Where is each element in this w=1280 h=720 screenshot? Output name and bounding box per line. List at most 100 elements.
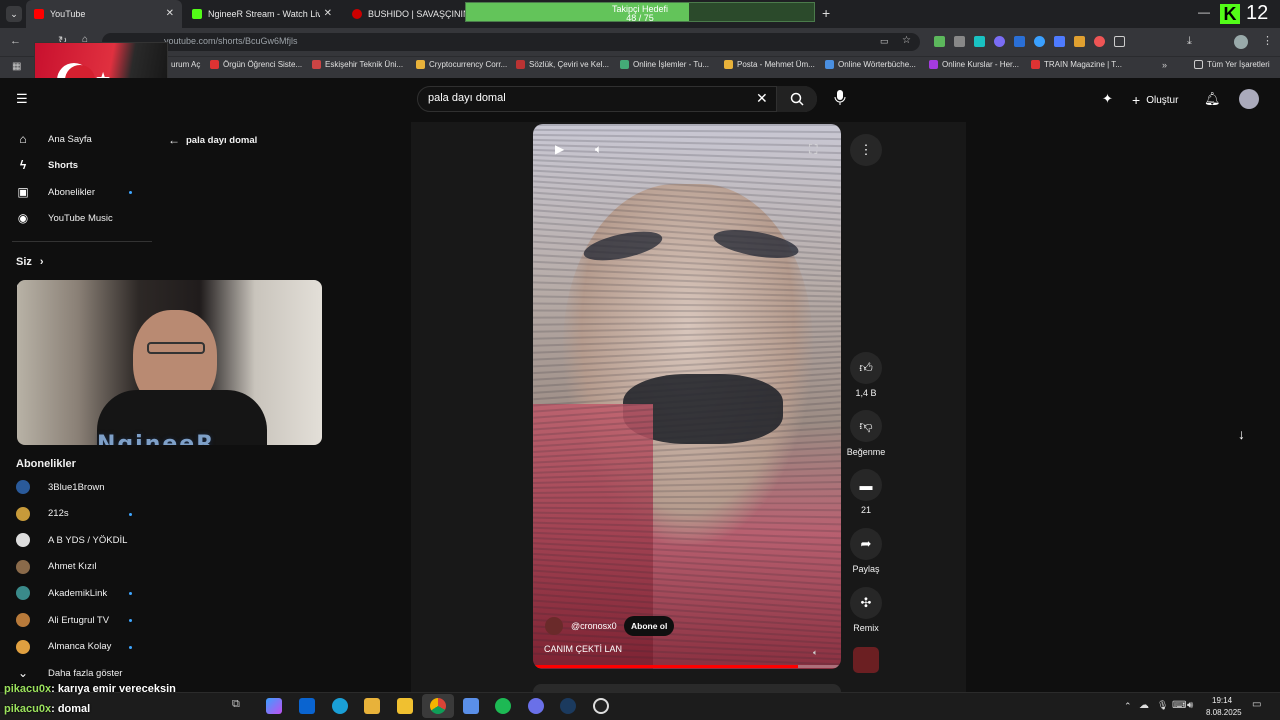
- discord-icon[interactable]: [528, 698, 544, 714]
- clock-date[interactable]: 8.08.2025: [1206, 708, 1242, 717]
- clear-search-icon[interactable]: ✕: [756, 90, 768, 107]
- download-icon[interactable]: ⤓: [1187, 35, 1192, 48]
- subscription-item[interactable]: A B YDS / YÖKDİL: [16, 530, 156, 550]
- extension-icon[interactable]: [1054, 36, 1065, 47]
- subscription-item[interactable]: 212s: [16, 504, 156, 524]
- extension-icon[interactable]: [994, 36, 1005, 47]
- task-view-icon[interactable]: ⧉: [232, 698, 248, 714]
- spotify-icon[interactable]: [495, 698, 511, 714]
- share-button[interactable]: ➦: [850, 528, 882, 560]
- store-icon[interactable]: [397, 698, 413, 714]
- bookmark-star-icon[interactable]: ☆: [902, 35, 911, 46]
- sound-thumbnail[interactable]: [853, 647, 879, 673]
- extension-icon[interactable]: [934, 36, 945, 47]
- bookmark-item[interactable]: Eskişehir Teknik Üni...: [312, 60, 403, 69]
- tab-kick-stream[interactable]: NgineeR Stream - Watch Live o ✕: [184, 0, 340, 28]
- bookmark-item[interactable]: Örgün Öğrenci Siste...: [210, 60, 302, 69]
- tray-chevron-icon[interactable]: ⌃: [1124, 701, 1132, 712]
- all-bookmarks-folder[interactable]: Tüm Yer İşaretleri: [1194, 60, 1270, 69]
- close-tab-icon[interactable]: ✕: [324, 8, 332, 19]
- chrome-icon[interactable]: [430, 698, 446, 714]
- extension-icon[interactable]: [1074, 36, 1085, 47]
- bookmark-item[interactable]: Online İşlemler - Tu...: [620, 60, 709, 69]
- create-button[interactable]: + Oluştur: [1132, 92, 1178, 108]
- file-explorer-icon[interactable]: [364, 698, 380, 714]
- address-bar[interactable]: youtube.com/shorts/BcuGw6Mfjls: [102, 33, 920, 51]
- copilot-icon[interactable]: [266, 698, 282, 714]
- cast-icon[interactable]: ▭: [880, 36, 889, 47]
- show-more-button[interactable]: ⌄ Daha fazla göster: [16, 663, 156, 683]
- ai-sparkle-icon[interactable]: ✦: [1102, 91, 1113, 107]
- minimize-icon[interactable]: —: [1198, 5, 1210, 19]
- subscription-label: Ali Ertugrul TV: [48, 614, 110, 626]
- notifications-bell-icon[interactable]: 🔔︎: [1204, 91, 1221, 107]
- new-tab-button[interactable]: +: [822, 5, 830, 21]
- tab-youtube[interactable]: YouTube ✕: [26, 0, 182, 28]
- subscription-item[interactable]: Ahmet Kızıl: [16, 557, 156, 577]
- comments-button[interactable]: ▬: [850, 469, 882, 501]
- profile-avatar[interactable]: [1234, 35, 1248, 49]
- extension-icon[interactable]: [954, 36, 965, 47]
- bookmark-item[interactable]: Sözlük, Çeviri ve Kel...: [516, 60, 609, 69]
- sidebar-you-heading[interactable]: Siz ›: [16, 252, 156, 272]
- sidebar-item-youtube-music[interactable]: ◉ YouTube Music: [16, 208, 156, 228]
- weather-cloud-icon[interactable]: ☁: [1139, 700, 1149, 711]
- back-icon[interactable]: ←: [10, 35, 21, 47]
- network-icon[interactable]: ⌨: [1172, 700, 1186, 711]
- bookmark-item[interactable]: Online Wörterbüche...: [825, 60, 916, 69]
- hamburger-menu-icon[interactable]: ☰: [16, 91, 28, 107]
- extension-icon[interactable]: [1014, 36, 1025, 47]
- extension-icon[interactable]: [1094, 36, 1105, 47]
- bookmark-item[interactable]: Cryptocurrency Corr...: [416, 60, 507, 69]
- extension-icon[interactable]: [974, 36, 985, 47]
- account-avatar[interactable]: [1239, 89, 1259, 109]
- volume-icon[interactable]: 🔈︎: [595, 142, 602, 157]
- bookmark-item[interactable]: TRAIN Magazine | T...: [1031, 60, 1122, 69]
- back-to-results[interactable]: ← pala dayı domal: [168, 133, 257, 147]
- channel-avatar[interactable]: [545, 617, 563, 635]
- subscription-item[interactable]: Almanca Kolay: [16, 637, 156, 657]
- apps-grid-icon[interactable]: ▦: [12, 61, 21, 72]
- streamer-name-logo: NgineeR: [97, 432, 216, 445]
- clock-time[interactable]: 19:14: [1212, 696, 1232, 705]
- sidebar-item-home[interactable]: ⌂ Ana Sayfa: [16, 129, 156, 149]
- fullscreen-icon[interactable]: ⛶: [809, 142, 817, 157]
- bookmark-item[interactable]: Online Kurslar - Her...: [929, 60, 1019, 69]
- subscription-item[interactable]: AkademikLink: [16, 583, 156, 603]
- next-short-arrow-icon[interactable]: ↓: [1238, 426, 1245, 442]
- extension-icon[interactable]: [1034, 36, 1045, 47]
- subscribe-button[interactable]: Abone ol: [624, 616, 675, 636]
- search-button[interactable]: [776, 86, 817, 112]
- more-options-button[interactable]: ⋮: [850, 134, 882, 166]
- edge-icon[interactable]: [332, 698, 348, 714]
- tab-bushido[interactable]: BUSHIDO | SAVAŞÇININ YOL: [344, 0, 468, 28]
- like-button[interactable]: 👍︎: [850, 352, 882, 384]
- voice-search-icon[interactable]: [834, 90, 846, 106]
- browser-menu-icon[interactable]: ⋮: [1262, 34, 1273, 47]
- bookmark-item[interactable]: urum Aç: [171, 60, 200, 69]
- subscription-item[interactable]: Ali Ertugrul TV: [16, 610, 156, 630]
- short-video-player[interactable]: ▶ 🔈︎ ⛶ @cronosx0 Abone ol CANIM ÇEKTİ LA…: [533, 124, 841, 669]
- sidebar-item-subscriptions[interactable]: ▣ Abonelikler: [16, 182, 156, 202]
- bookmark-item[interactable]: Posta - Mehmet Üm...: [724, 60, 815, 69]
- progress-bar[interactable]: [533, 665, 841, 668]
- remix-button[interactable]: ✣: [850, 587, 882, 619]
- obs-icon[interactable]: [593, 698, 609, 714]
- extensions-puzzle-icon[interactable]: [1114, 36, 1125, 47]
- notification-center-icon[interactable]: ▭: [1252, 699, 1261, 710]
- outlook-icon[interactable]: [299, 698, 315, 714]
- sidebar-item-shorts[interactable]: ϟ Shorts: [16, 155, 156, 175]
- steam-icon[interactable]: [560, 698, 576, 714]
- search-input[interactable]: pala dayı domal: [428, 92, 506, 104]
- app-icon[interactable]: [463, 698, 479, 714]
- close-tab-icon[interactable]: ✕: [166, 8, 174, 19]
- tab-search-button[interactable]: ⌄: [6, 6, 22, 22]
- channel-handle[interactable]: @cronosx0: [571, 621, 617, 631]
- volume-tray-icon[interactable]: 🔊︎: [1187, 700, 1193, 711]
- tray-mic-icon[interactable]: 🎙︎: [1157, 700, 1168, 711]
- channel-avatar: [16, 506, 30, 521]
- subscription-item[interactable]: 3Blue1Brown: [16, 477, 156, 497]
- more-bookmarks-icon[interactable]: »: [1162, 60, 1167, 70]
- play-icon[interactable]: ▶: [555, 142, 564, 156]
- dislike-button[interactable]: 👎︎: [850, 410, 882, 442]
